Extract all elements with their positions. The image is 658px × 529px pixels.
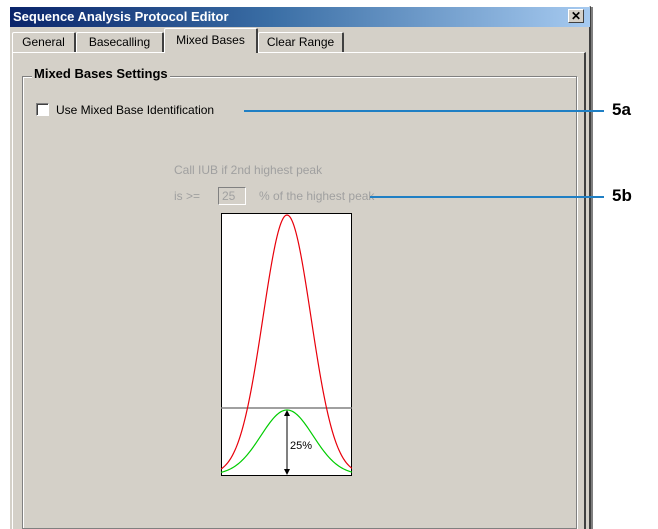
tab-clear-range-label: Clear Range xyxy=(266,35,335,49)
window-title: Sequence Analysis Protocol Editor xyxy=(13,9,229,24)
close-icon: ✕ xyxy=(570,9,582,23)
threshold-input[interactable]: 25 xyxy=(218,187,246,205)
callout-line-b xyxy=(370,196,604,198)
tab-clear-range[interactable]: Clear Range xyxy=(258,32,344,53)
callout-5b: 5b xyxy=(612,186,632,205)
group-title: Mixed Bases Settings xyxy=(32,66,170,81)
close-button[interactable]: ✕ xyxy=(568,9,584,23)
use-mixed-base-label[interactable]: Use Mixed Base Identification xyxy=(56,103,214,117)
tab-basecalling-label: Basecalling xyxy=(88,35,151,49)
callout-line-a xyxy=(244,110,604,112)
tab-mixed-bases-label: Mixed Bases xyxy=(176,33,245,47)
diagram-percent-label: 25% xyxy=(290,440,312,452)
call-iub-label: Call IUB if 2nd highest peak xyxy=(174,163,323,177)
peak-diagram: 25% xyxy=(221,213,352,476)
tab-mixed-bases[interactable]: Mixed Bases xyxy=(164,28,258,53)
tab-basecalling[interactable]: Basecalling xyxy=(76,32,164,53)
tab-general-label: General xyxy=(22,35,65,49)
use-mixed-base-checkbox[interactable] xyxy=(36,103,49,116)
callout-5a: 5a xyxy=(612,100,631,119)
tab-general[interactable]: General xyxy=(12,32,76,53)
is-gte-label: is >= xyxy=(174,189,201,203)
percent-of-highest-label: % of the highest peak xyxy=(259,189,375,203)
title-bar[interactable]: Sequence Analysis Protocol Editor ✕ xyxy=(10,7,590,27)
